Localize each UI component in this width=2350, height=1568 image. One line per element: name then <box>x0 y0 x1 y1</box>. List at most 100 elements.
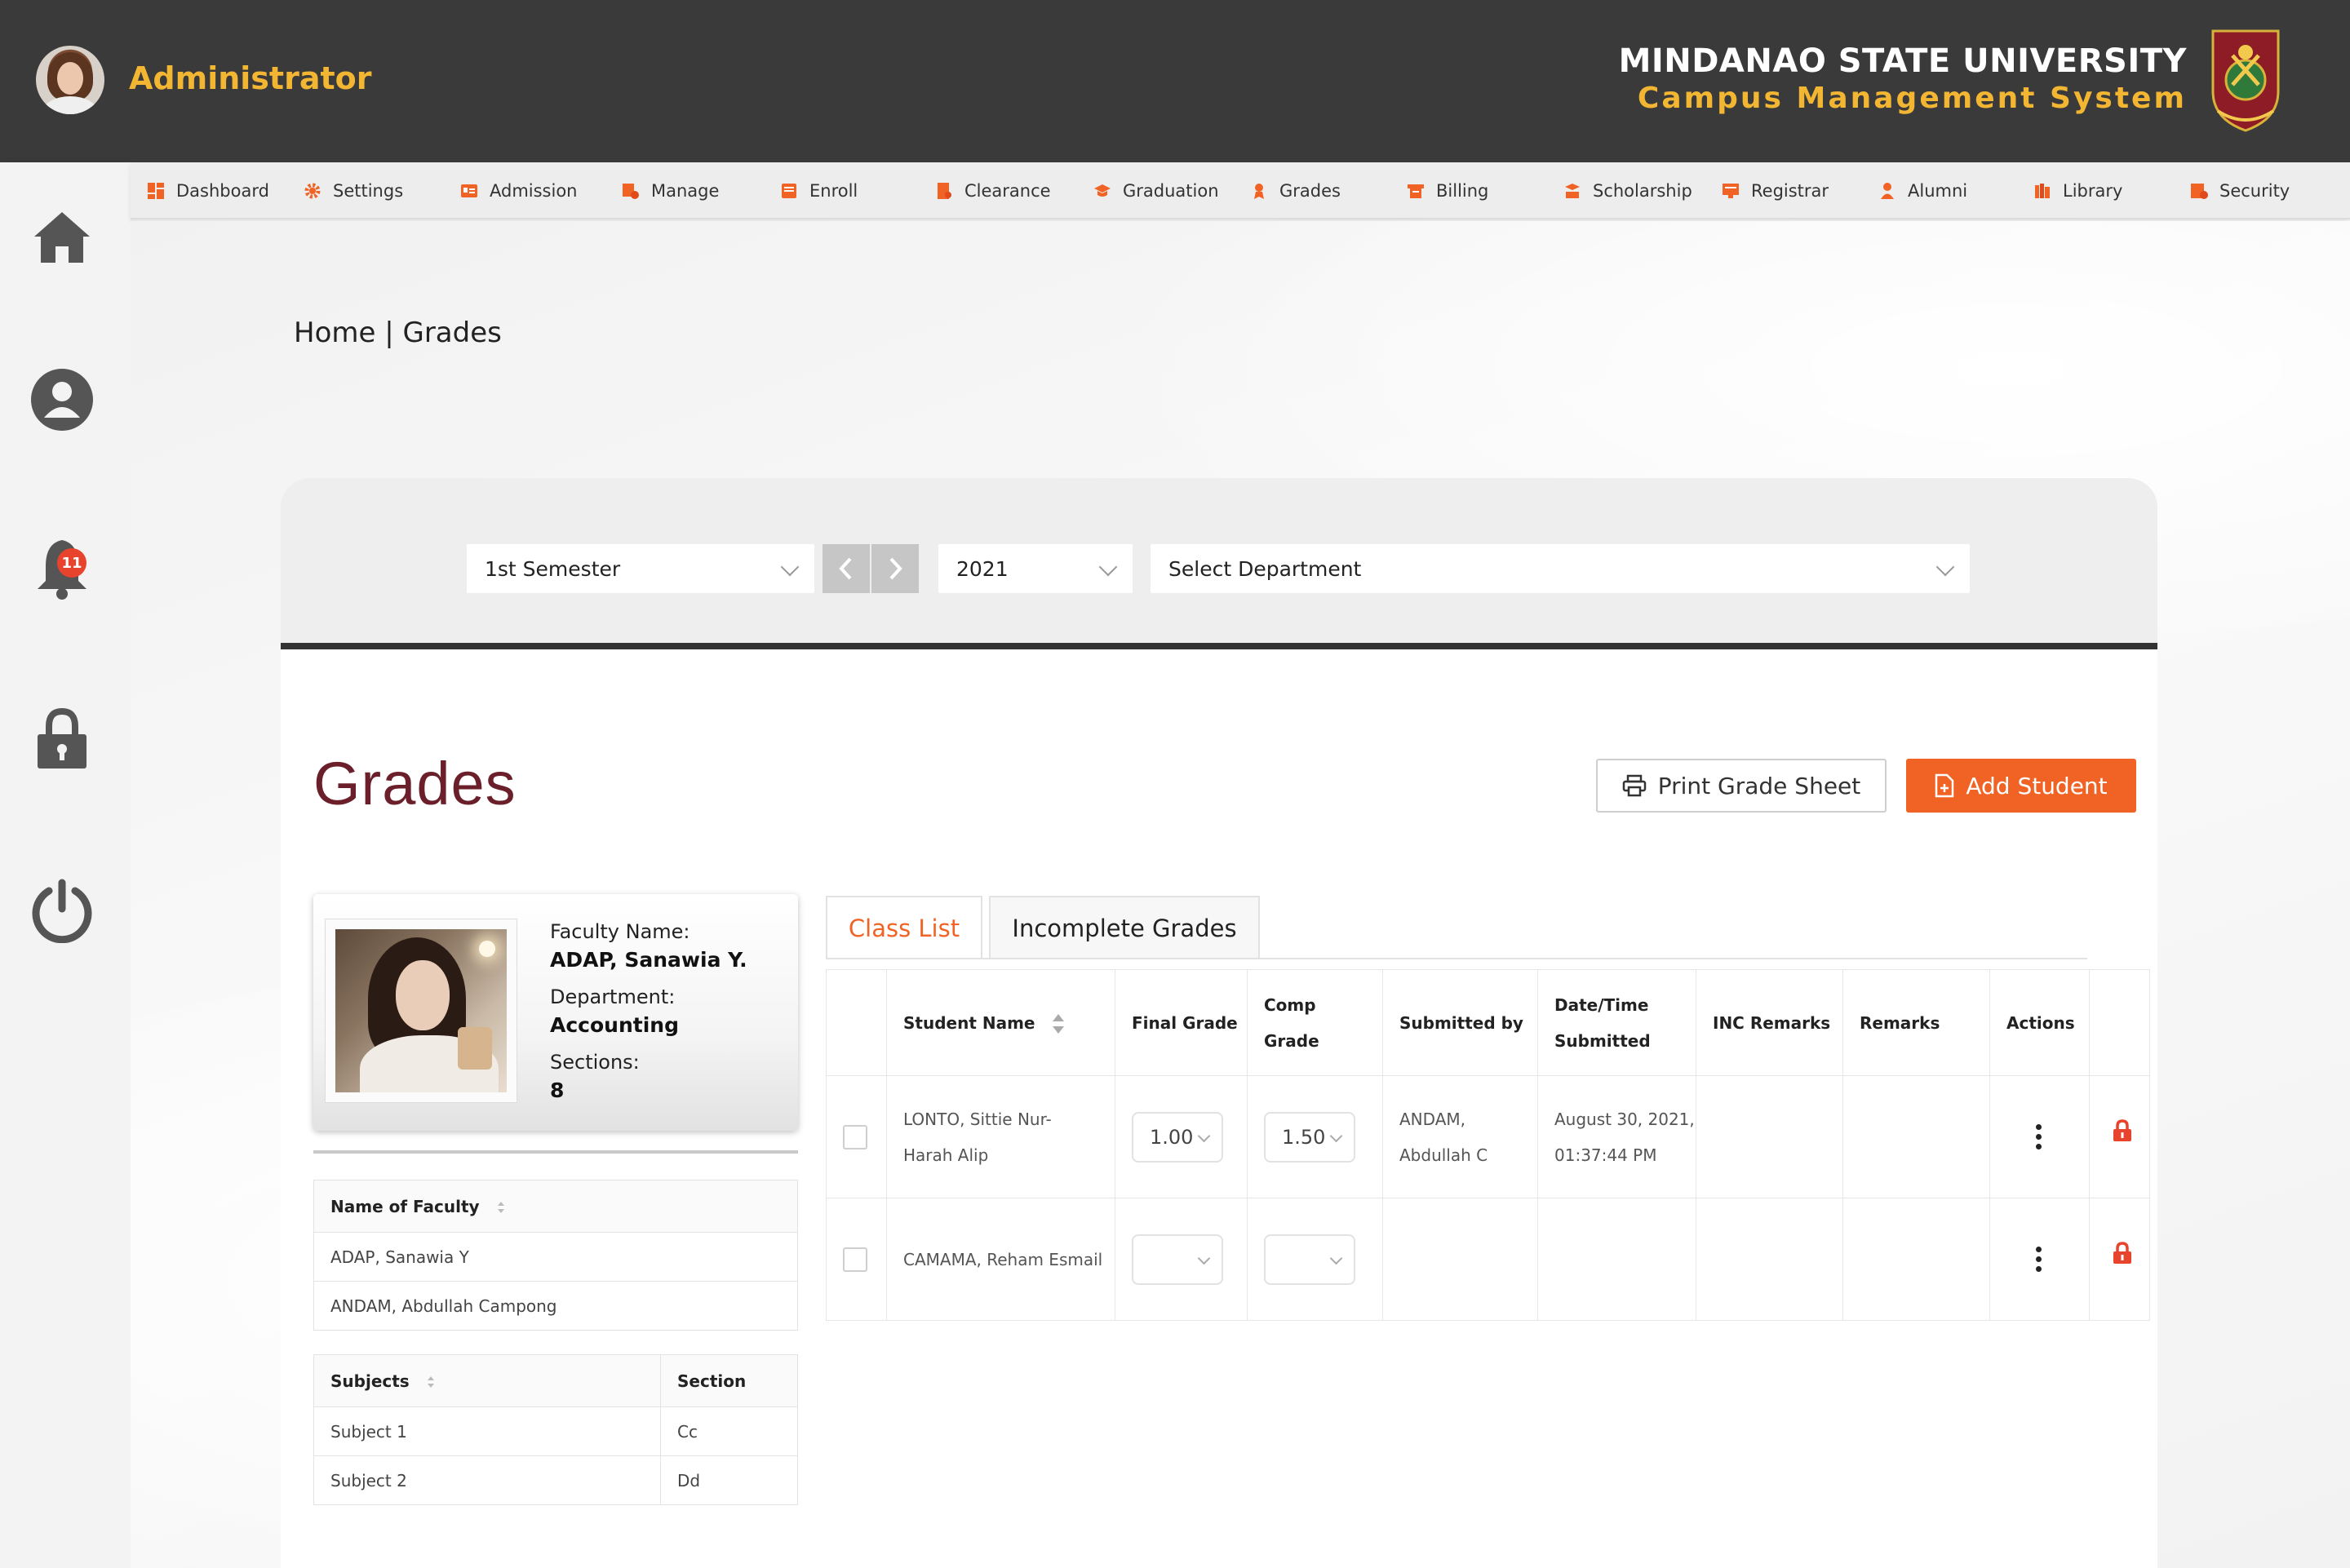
faculty-name-label: Faculty Name: <box>550 920 690 943</box>
column-label: Comp <box>1264 994 1316 1015</box>
submitted-by-cell: ANDAM, Abdullah C <box>1382 1075 1538 1198</box>
semester-select[interactable]: 1st Semester <box>467 544 814 593</box>
column-label: Grade <box>1264 1030 1319 1051</box>
security-icon <box>2191 184 2208 199</box>
final-grade-value: 1.00 <box>1150 1125 1194 1149</box>
grades-icon <box>1254 184 1264 199</box>
menu-item-registrar[interactable]: Registrar <box>1722 162 1829 219</box>
print-grade-sheet-button[interactable]: Print Grade Sheet <box>1596 759 1887 813</box>
inc-remarks-cell <box>1696 1198 1843 1321</box>
menu-item-grades[interactable]: Grades <box>1250 162 1341 219</box>
menu-item-clearance[interactable]: Clearance <box>935 162 1051 219</box>
menu-item-scholarship[interactable]: Scholarship <box>1563 162 1692 219</box>
more-options-icon[interactable] <box>2034 1124 2042 1149</box>
final-grade-select[interactable] <box>1132 1234 1223 1285</box>
datetime-cell <box>1537 1198 1696 1321</box>
column-label: Date/Time <box>1554 994 1649 1015</box>
home-icon[interactable] <box>29 204 95 269</box>
menu-label: Enroll <box>809 181 858 201</box>
table-row[interactable]: Subject 1 Cc <box>313 1406 798 1456</box>
datetime-header: Date/Time Submitted <box>1537 969 1696 1076</box>
section-header: Section <box>660 1354 798 1407</box>
chevron-left-icon <box>839 557 852 580</box>
table-row: CAMAMA, Reham Esmail <box>826 1198 2150 1321</box>
select-column-header <box>826 969 887 1076</box>
subjects-table: Subjects Section Subject 1 Cc Subject 2 … <box>313 1354 798 1505</box>
menu-label: Billing <box>1436 181 1489 201</box>
menu-item-dashboard[interactable]: Dashboard <box>147 162 269 219</box>
chevron-down-icon <box>1098 557 1118 577</box>
more-options-icon[interactable] <box>2034 1247 2042 1272</box>
remarks-header: Remarks <box>1842 969 1990 1076</box>
comp-grade-select[interactable]: 1.50 <box>1264 1111 1355 1163</box>
tab-divider <box>826 958 2087 959</box>
next-button[interactable] <box>871 544 919 593</box>
sort-icon <box>1053 1014 1065 1034</box>
chevron-down-icon <box>780 557 800 577</box>
name-of-faculty-header[interactable]: Name of Faculty <box>313 1180 798 1233</box>
menu-label: Library <box>2063 181 2123 201</box>
university-name: MINDANAO STATE UNIVERSITY <box>1618 42 2187 80</box>
enroll-icon <box>782 184 796 198</box>
final-grade-select[interactable]: 1.00 <box>1132 1111 1223 1163</box>
menu-item-admission[interactable]: Admission <box>460 162 578 219</box>
lock-icon[interactable] <box>29 706 95 772</box>
comp-grade-select[interactable] <box>1264 1234 1355 1285</box>
comp-grade-header: Comp Grade <box>1247 969 1383 1076</box>
column-label: Subjects <box>330 1371 410 1391</box>
power-icon[interactable] <box>29 878 95 943</box>
table-row[interactable]: ANDAM, Abdullah Campong <box>313 1281 798 1331</box>
menu-label: Scholarship <box>1593 181 1692 201</box>
avatar[interactable] <box>36 46 104 114</box>
department-select[interactable]: Select Department <box>1151 544 1970 593</box>
printer-icon <box>1622 774 1646 797</box>
submitter: Abdullah C <box>1399 1145 1488 1165</box>
table-row[interactable]: ADAP, Sanawia Y <box>313 1232 798 1282</box>
faculty-photo <box>325 919 517 1103</box>
profile-icon[interactable] <box>29 367 95 432</box>
scholarship-icon <box>1565 184 1580 198</box>
student-name: Harah Alip <box>903 1145 989 1165</box>
menu-label: Grades <box>1279 181 1341 201</box>
tab-class-list[interactable]: Class List <box>826 896 982 959</box>
breadcrumb: Home | Grades <box>294 317 502 349</box>
graduation-cap-icon <box>1094 184 1111 197</box>
menu-item-graduation[interactable]: Graduation <box>1093 162 1219 219</box>
year-select[interactable]: 2021 <box>938 544 1133 593</box>
chevron-right-icon <box>889 557 902 580</box>
subject-cell: Subject 1 <box>313 1406 661 1456</box>
add-student-button[interactable]: Add Student <box>1906 759 2136 813</box>
final-grade-header: Final Grade <box>1115 969 1248 1076</box>
student-name-header[interactable]: Student Name <box>886 969 1115 1076</box>
faculty-card: Faculty Name: ADAP, Sanawia Y. Departmen… <box>313 894 798 1131</box>
system-name: Campus Management System <box>1637 82 2187 115</box>
sections-value: 8 <box>550 1079 565 1102</box>
menu-label: Alumni <box>1908 181 1968 201</box>
remarks-cell <box>1842 1075 1990 1198</box>
subjects-header[interactable]: Subjects <box>313 1354 661 1407</box>
previous-button[interactable] <box>822 544 870 593</box>
menu-label: Settings <box>333 181 404 201</box>
menu-item-billing[interactable]: Billing <box>1407 162 1488 219</box>
faculty-name: ADAP, Sanawia Y. <box>550 948 747 972</box>
print-button-label: Print Grade Sheet <box>1657 772 1861 800</box>
menu-item-alumni[interactable]: Alumni <box>1878 162 1967 219</box>
menu-item-library[interactable]: Library <box>2033 162 2122 219</box>
chevron-down-icon <box>1329 1129 1343 1142</box>
lock-icon[interactable] <box>2111 1118 2134 1143</box>
lock-icon[interactable] <box>2111 1241 2134 1265</box>
submitted-date: August 30, 2021, <box>1554 1109 1695 1129</box>
menu-item-enroll[interactable]: Enroll <box>780 162 858 219</box>
billing-icon <box>1408 184 1424 198</box>
remarks-cell <box>1842 1198 1990 1321</box>
menu-item-security[interactable]: Security <box>2190 162 2290 219</box>
dashboard-icon <box>148 183 164 199</box>
row-checkbox[interactable] <box>843 1124 867 1149</box>
table-row[interactable]: Subject 2 Dd <box>313 1455 798 1505</box>
menu-item-manage[interactable]: Manage <box>622 162 719 219</box>
sections-label: Sections: <box>550 1051 640 1074</box>
row-checkbox[interactable] <box>843 1247 867 1272</box>
university-seal-logo <box>2211 29 2280 132</box>
tab-incomplete-grades[interactable]: Incomplete Grades <box>989 896 1260 959</box>
menu-item-settings[interactable]: Settings <box>304 162 403 219</box>
